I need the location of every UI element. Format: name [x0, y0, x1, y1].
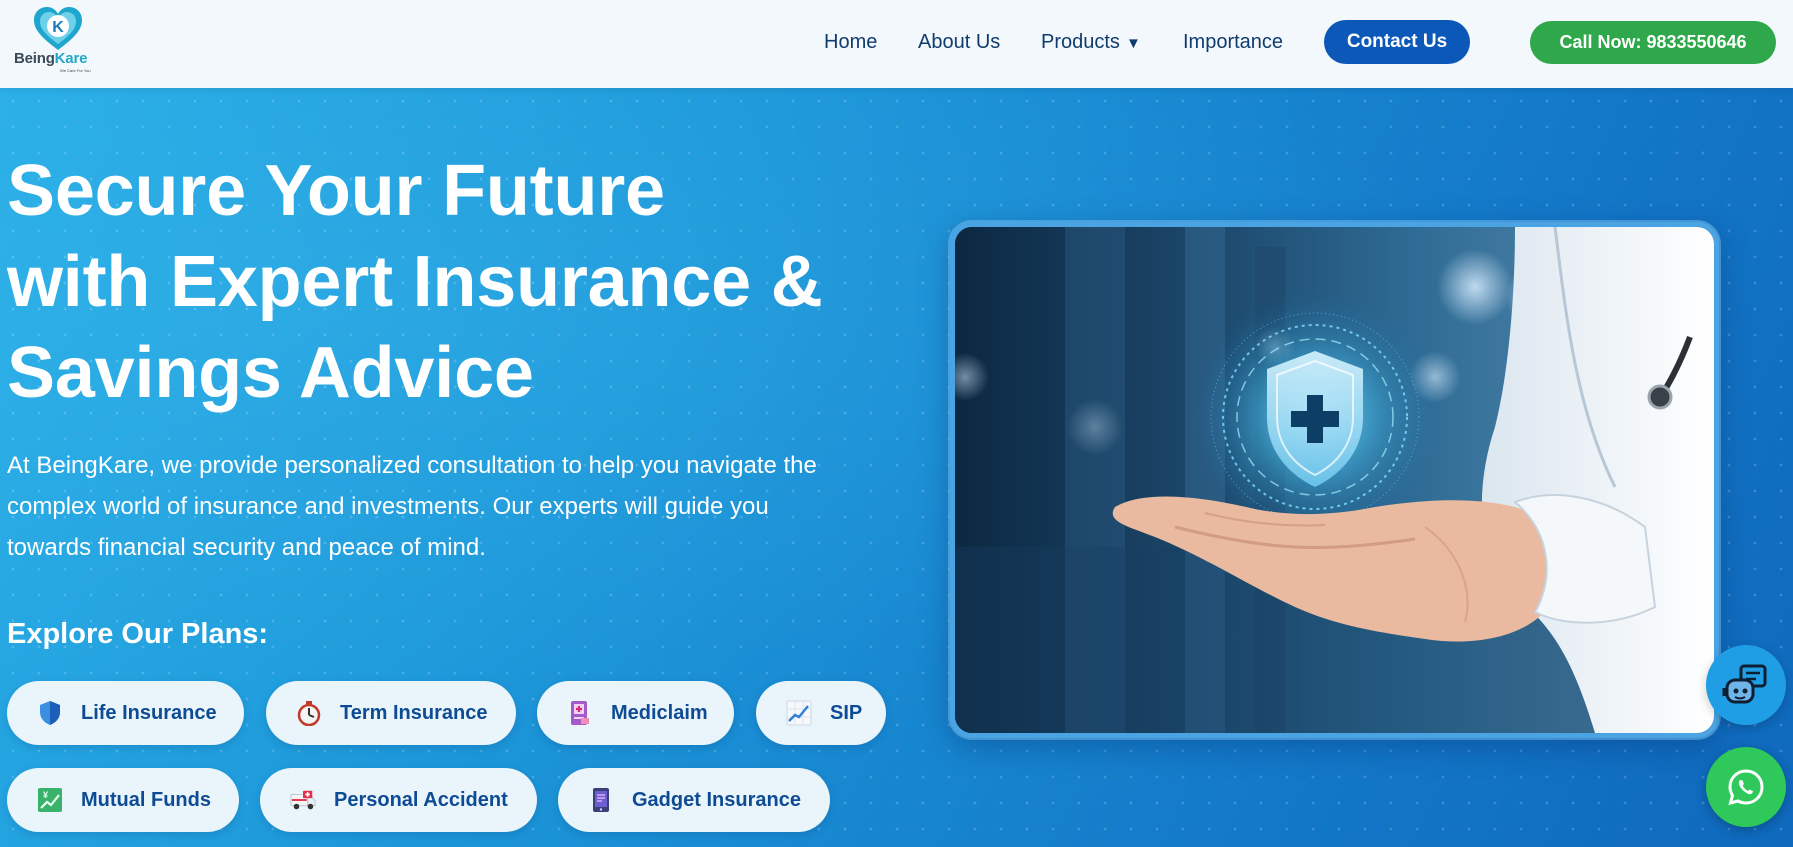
heart-k-logo-icon: K [34, 7, 82, 50]
hero-title-line1: Secure Your Future [7, 151, 665, 231]
plan-label: Mutual Funds [81, 788, 211, 811]
doctor-hand-shield-image [955, 227, 1714, 733]
growth-chart-icon [786, 700, 812, 726]
stopwatch-icon [296, 700, 322, 726]
nav-importance-link[interactable]: Importance [1183, 31, 1283, 54]
money-chart-icon: ¥ [37, 787, 63, 813]
nav-products-label: Products [1041, 31, 1120, 53]
robot-chat-icon [1722, 664, 1767, 704]
nav-home-link[interactable]: Home [824, 31, 877, 54]
plan-gadget-insurance-button[interactable]: Gadget Insurance [558, 768, 830, 832]
plan-mutual-funds-button[interactable]: ¥ Mutual Funds [7, 768, 239, 832]
hero-title-line3: Savings Advice [7, 333, 534, 413]
plan-label: Life Insurance [81, 701, 217, 724]
nav-products-dropdown[interactable]: Products ▼ [1041, 31, 1141, 54]
brand-name: BeingKare [14, 50, 88, 67]
medical-record-icon [567, 700, 593, 726]
smartphone-icon [588, 787, 614, 813]
contact-us-button[interactable]: Contact Us [1324, 20, 1470, 64]
chatbot-button[interactable] [1706, 645, 1786, 725]
plan-term-insurance-button[interactable]: Term Insurance [266, 681, 516, 745]
svg-text:¥: ¥ [43, 790, 48, 800]
whatsapp-button[interactable] [1706, 747, 1786, 827]
plans-heading: Explore Our Plans: [7, 618, 269, 650]
hero-image-card [950, 222, 1719, 738]
plan-mediclaim-button[interactable]: Mediclaim [537, 681, 734, 745]
caret-down-icon: ▼ [1125, 35, 1141, 52]
ambulance-icon [290, 787, 316, 813]
plan-label: Term Insurance [340, 701, 488, 724]
navbar: K BeingKare We Care For You Home About U… [0, 0, 1793, 88]
hero-title-line2: with Expert Insurance & [7, 242, 823, 322]
call-now-button[interactable]: Call Now: 9833550646 [1530, 21, 1776, 64]
brand-tagline: We Care For You [60, 68, 91, 73]
brand-logo[interactable]: K BeingKare We Care For You [14, 6, 104, 74]
hero-title: Secure Your Future with Expert Insurance… [7, 146, 907, 419]
plan-life-insurance-button[interactable]: Life Insurance [7, 681, 244, 745]
hero-section: Secure Your Future with Expert Insurance… [0, 88, 1793, 847]
plan-sip-button[interactable]: SIP [756, 681, 886, 745]
whatsapp-icon [1728, 769, 1764, 806]
svg-text:K: K [52, 19, 64, 36]
plan-label: SIP [830, 701, 863, 724]
plan-label: Personal Accident [334, 788, 508, 811]
plan-personal-accident-button[interactable]: Personal Accident [260, 768, 537, 832]
plan-label: Gadget Insurance [632, 788, 801, 811]
shield-icon [37, 700, 63, 726]
hero-description: At BeingKare, we provide personalized co… [7, 452, 817, 561]
plan-label: Mediclaim [611, 701, 708, 724]
nav-about-link[interactable]: About Us [918, 31, 1000, 54]
